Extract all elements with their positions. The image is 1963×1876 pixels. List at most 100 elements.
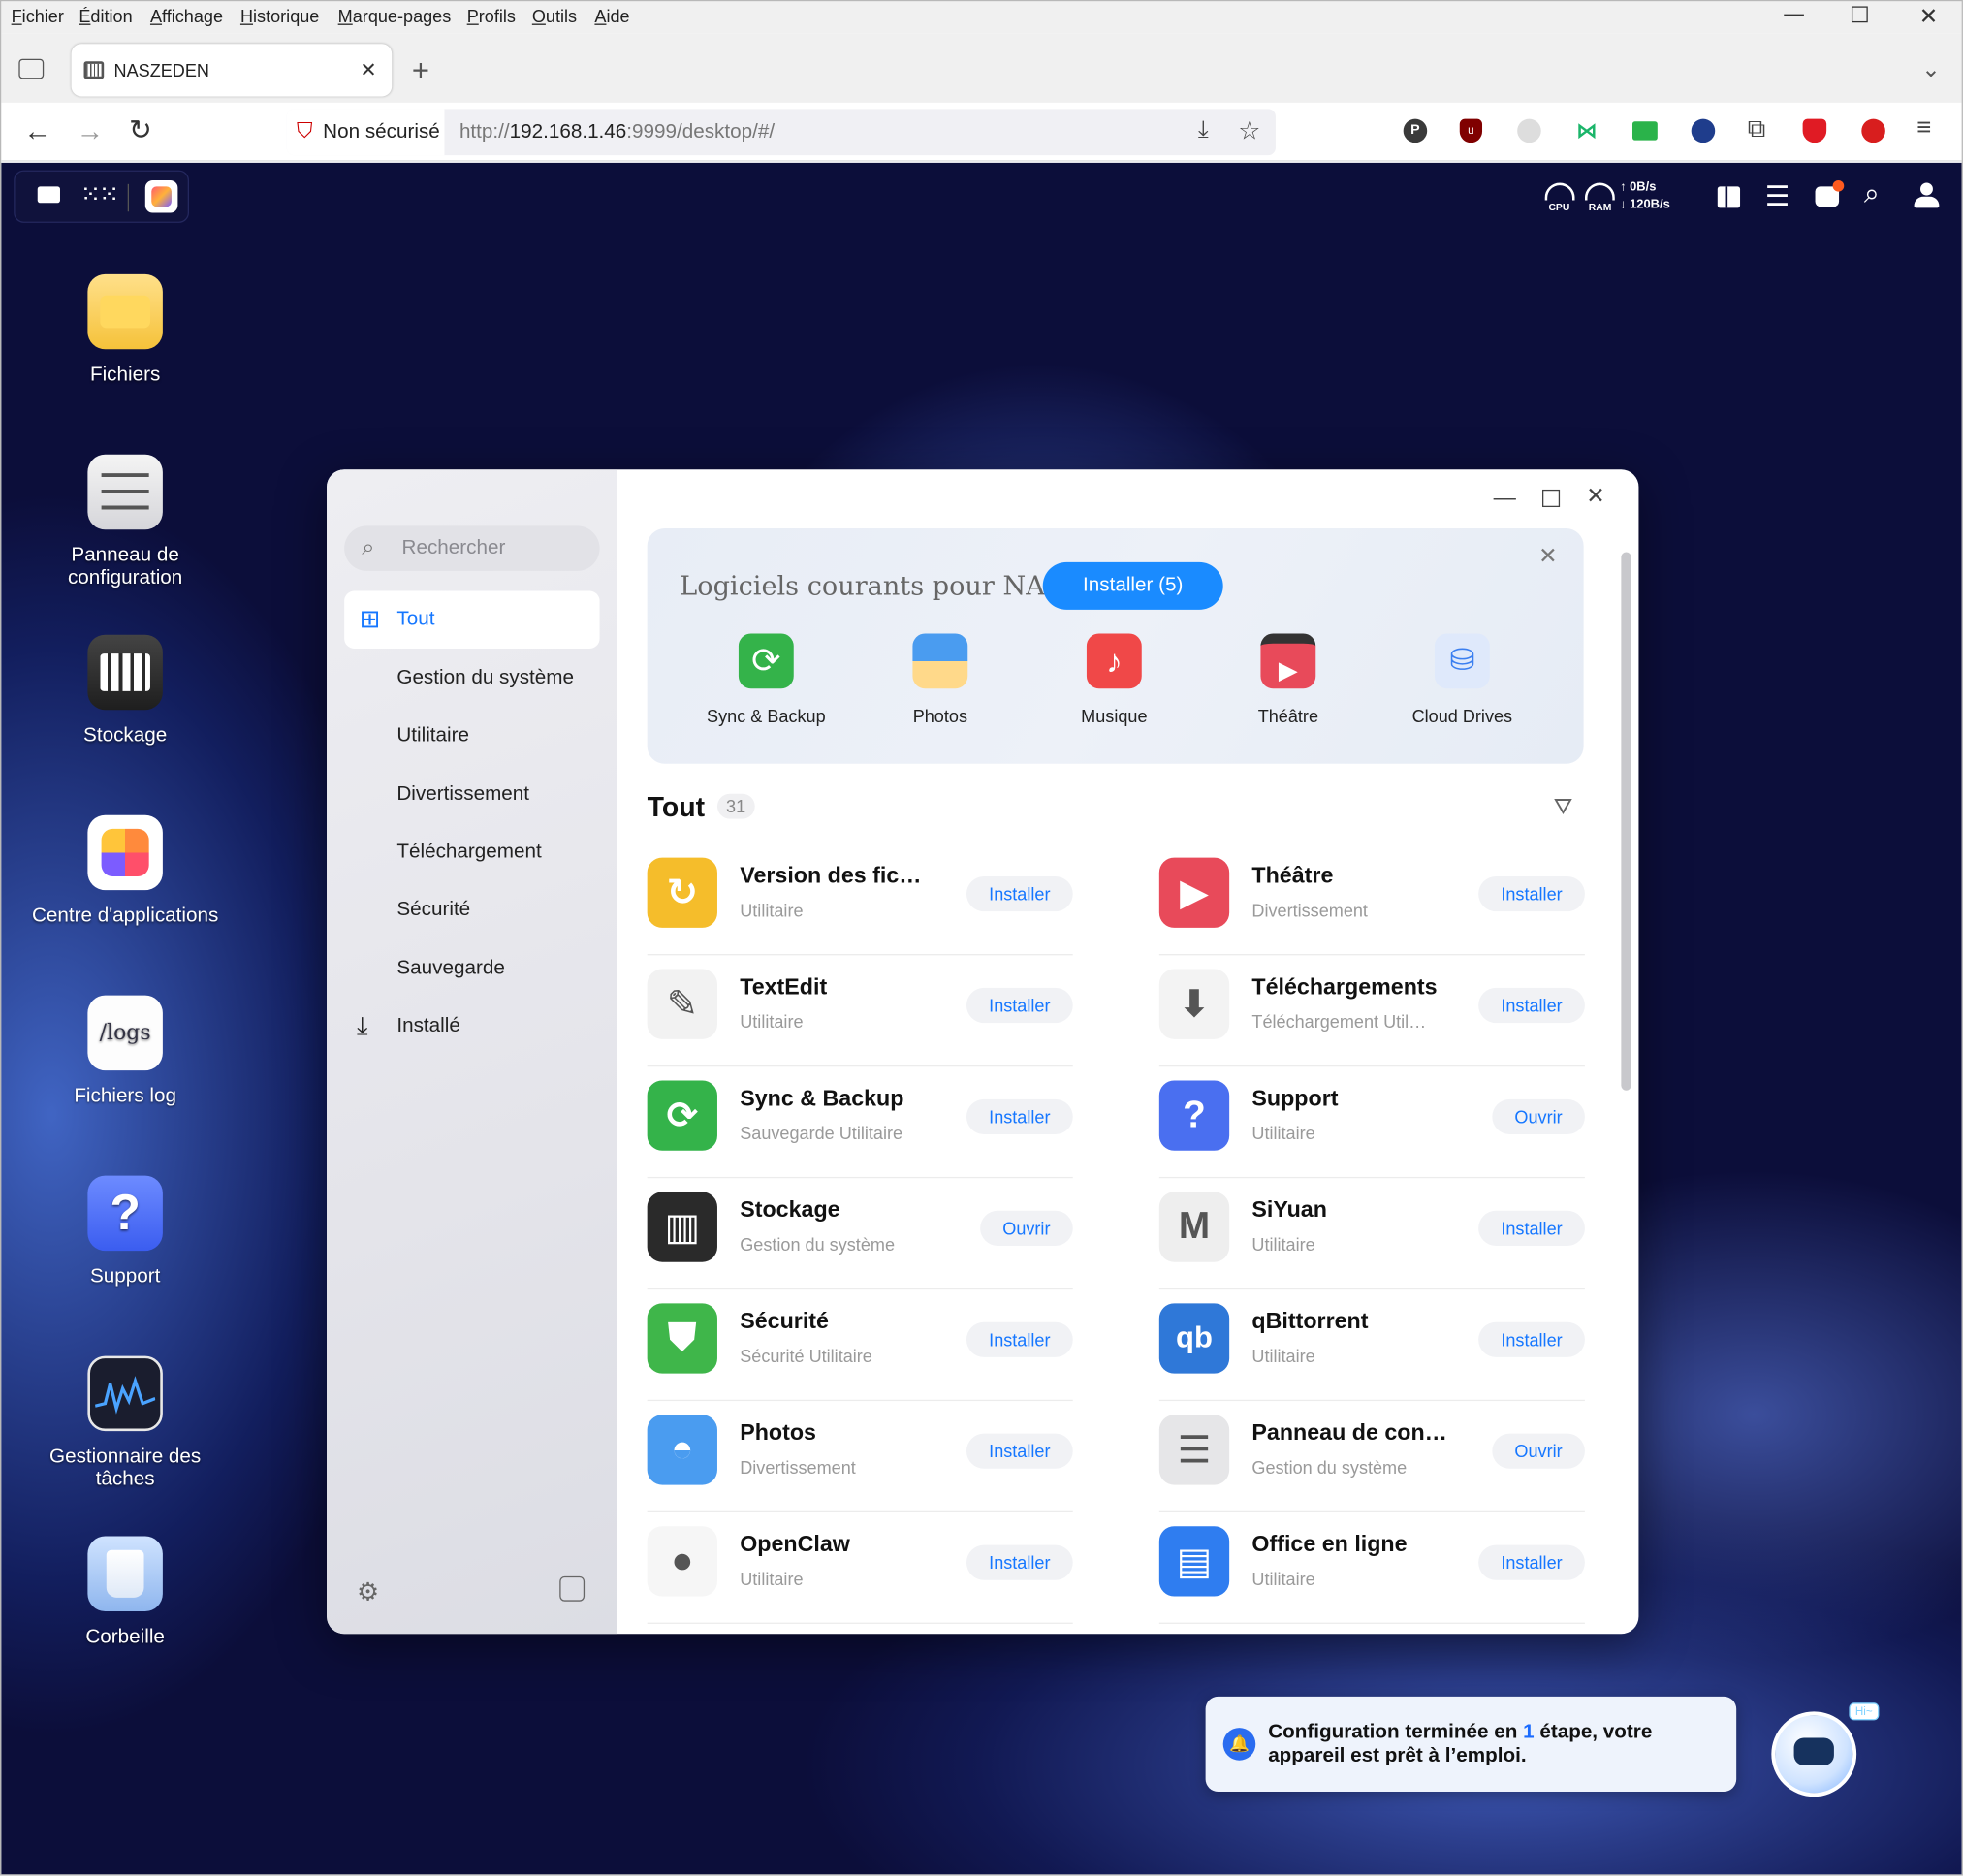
app-row[interactable]: ✎ TextEdit Utilitaire Installer [647,957,1073,1067]
banner-app-theatre[interactable]: ▶ Théâtre [1207,633,1370,726]
category-telechargement[interactable]: Téléchargement [344,824,599,881]
menu-outils[interactable]: Outils [532,6,577,26]
app-row[interactable]: ↻ Version des fic… Utilitaire Installer [647,845,1073,956]
settings-icon[interactable]: ⚙ [357,1576,379,1607]
menu-fichier[interactable]: Fichier [12,6,64,26]
app-action-button[interactable]: Installer [966,875,1073,912]
ram-gauge-icon[interactable] [1584,182,1615,201]
messages-icon[interactable] [1815,179,1845,207]
menu-affichage[interactable]: Affichage [150,6,223,26]
app-row[interactable]: ⬇ Téléchargements Téléchargement Util… Inst… [1158,957,1585,1067]
category-divertissement[interactable]: Divertissement [344,766,599,823]
app-action-button[interactable]: Installer [1478,875,1585,912]
widgets-icon[interactable] [1717,186,1741,208]
show-desktop-icon[interactable] [37,186,60,204]
banner-app-photos[interactable]: Photos [859,633,1022,726]
extension-bubble-icon[interactable] [1517,118,1541,143]
extension-p-icon[interactable]: P [1403,118,1428,143]
category-securite[interactable]: Sécurité [344,881,599,938]
security-indicator[interactable]: ⛉ Non sécurisé [286,109,445,156]
app-row[interactable]: ? Support Utilitaire Ouvrir [1158,1068,1585,1179]
desktop-icon-corbeille[interactable]: Corbeille [26,1536,224,1649]
app-action-button[interactable]: Installer [966,1544,1073,1580]
category-tout[interactable]: ⊞ Tout [344,590,600,649]
desktop-icon-centre-applications[interactable]: Centre d'applications [26,814,224,928]
app-action-button[interactable]: Installer [966,1433,1073,1469]
category-sauvegarde[interactable]: Sauvegarde [344,940,599,998]
back-icon[interactable]: ← [24,115,51,148]
app-row[interactable]: ◓ Photos Divertissement Installer [647,1402,1073,1513]
extension-shield-icon[interactable] [1802,118,1827,143]
app-action-button[interactable]: Installer [1478,1544,1585,1580]
install-all-button[interactable]: Installer (5) [1042,561,1223,610]
window-close-icon[interactable]: ✕ [1586,483,1604,509]
menu-historique[interactable]: Historique [240,6,319,26]
menu-edition[interactable]: Édition [79,6,132,26]
archive-icon[interactable] [559,1575,586,1602]
ublock-icon[interactable]: u [1459,118,1483,143]
extension-eu-icon[interactable] [1691,118,1716,143]
menu-marque-pages[interactable]: Marque-pages [338,6,452,26]
app-row[interactable]: M SiYuan Utilitaire Installer [1158,1179,1585,1290]
app-action-button[interactable]: Installer [966,1098,1073,1135]
app-row[interactable]: ▤ Office en ligne Utilitaire Installer [1158,1513,1585,1624]
app-action-button[interactable]: Ouvrir [1492,1098,1585,1135]
app-action-button[interactable]: Installer [966,1321,1073,1357]
url-bar[interactable]: ⛉ Non sécurisé http://192.168.1.46:9999/… [286,109,1276,156]
app-action-button[interactable]: Installer [1478,987,1585,1024]
category-utilitaire[interactable]: Utilitaire [344,708,599,765]
desktop-icon-fichiers-log[interactable]: /logs Fichiers log [26,995,224,1108]
scrollbar[interactable] [1621,552,1631,1091]
app-row[interactable]: qb qBittorrent Utilitaire Installer [1158,1290,1585,1402]
user-icon[interactable] [1914,182,1940,210]
notification-toast[interactable]: 🔔 Configuration terminée en 1 étape, vot… [1205,1696,1737,1792]
launcher-grid-icon[interactable]: ⁙⁙ [80,179,120,210]
assistant-robot-icon[interactable] [1771,1711,1857,1797]
reload-icon[interactable]: ↻ [129,114,152,147]
banner-app-sync-backup[interactable]: ⟳ Sync & Backup [684,633,847,726]
app-row[interactable]: ▥ Stockage Gestion du système Ouvrir [647,1179,1073,1290]
tab-naszeden[interactable]: NASZEDEN ✕ [71,44,393,97]
tab-close-icon[interactable]: ✕ [360,57,376,82]
extension-green-icon[interactable]: ⋈ [1576,119,1598,144]
app-action-button[interactable]: Installer [1478,1321,1585,1357]
forward-icon[interactable]: → [77,115,104,148]
bookmark-star-icon[interactable]: ☆ [1238,115,1260,146]
app-action-button[interactable]: Ouvrir [1492,1433,1585,1469]
app-row[interactable]: ● OpenClaw Utilitaire Installer [647,1513,1073,1624]
extensions-puzzle-icon[interactable]: ⧉ [1748,115,1765,144]
banner-app-musique[interactable]: ♪ Musique [1032,633,1195,726]
app-action-button[interactable]: Ouvrir [980,1210,1073,1246]
banner-close-icon[interactable]: ✕ [1538,543,1557,569]
desktop-icon-panneau[interactable]: Panneau de configuration [26,454,224,589]
app-center-dock-icon[interactable] [144,179,178,213]
app-action-button[interactable]: Installer [1478,1210,1585,1246]
app-row[interactable]: ⟳ Sync & Backup Sauvegarde Utilitaire Insta… [647,1068,1073,1179]
desktop-icon-gestionnaire-taches[interactable]: Gestionnaire des tâches [26,1355,224,1491]
desktop-icon-support[interactable]: ? Support [26,1175,224,1288]
app-row[interactable]: ☰ Panneau de conf… Gestion du système Ouvri… [1158,1402,1585,1513]
category-installe[interactable]: ⤓ Installé [344,998,599,1055]
window-minimize-icon[interactable]: — [1494,485,1516,511]
new-tab-icon[interactable]: + [412,54,429,89]
app-row[interactable]: ⛊ Sécurité Sécurité Utilitaire Installer [647,1290,1073,1402]
maximize-icon[interactable] [1851,6,1868,23]
window-maximize-icon[interactable] [1542,489,1561,508]
close-icon[interactable]: ✕ [1919,4,1938,30]
tab-list-chevron-icon[interactable]: ⌄ [1921,56,1940,82]
app-row[interactable]: ▶ Théâtre Divertissement Installer [1158,845,1585,956]
menu-profils[interactable]: Profils [467,6,516,26]
banner-app-cloud-drives[interactable]: ⛁ Cloud Drives [1380,633,1543,726]
search-icon[interactable]: ⌕ [1864,177,1880,210]
menu-aide[interactable]: Aide [594,6,629,26]
category-gestion-systeme[interactable]: Gestion du système [344,650,599,707]
filter-icon[interactable]: ⛛ [1554,794,1573,820]
install-app-icon[interactable]: ⤓ [1198,116,1209,143]
server-list-icon[interactable]: ☰ [1765,180,1789,213]
app-action-button[interactable]: Installer [966,987,1073,1024]
minimize-icon[interactable]: — [1784,4,1804,26]
tab-overview-icon[interactable] [18,58,45,79]
search-input[interactable]: ⌕ Rechercher [344,525,600,571]
app-menu-icon[interactable]: ≡ [1916,114,1931,143]
desktop-icon-stockage[interactable]: Stockage [26,634,224,747]
